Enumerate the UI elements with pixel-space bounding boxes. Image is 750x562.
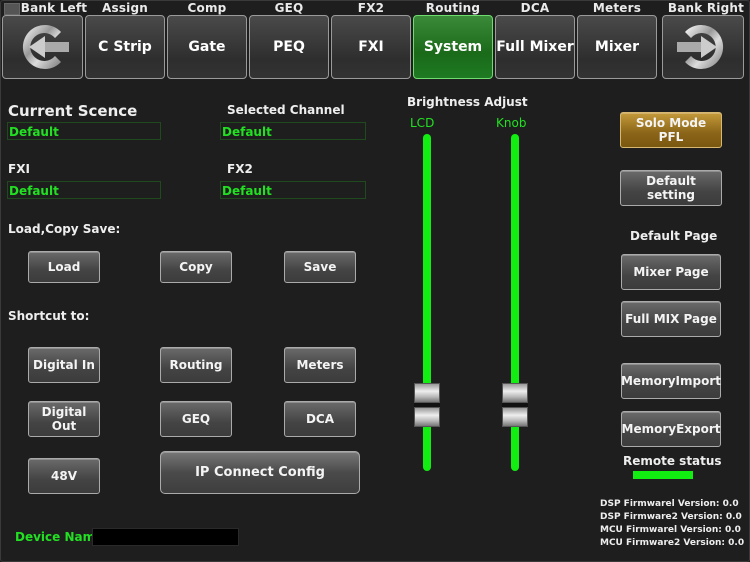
default-page-label: Default Page [630,229,718,243]
mcu-firmware2-version: MCU Firmware2 Version: 0.0 [600,538,745,548]
label-comp: Comp [187,1,227,15]
label-fx2: FX2 [357,1,385,15]
solo-mode-line1: Solo Mode [635,116,707,130]
remote-status-indicator [633,471,693,479]
bank-left-button[interactable] [2,15,83,79]
shortcut-routing-button[interactable]: Routing [160,347,232,383]
load-button[interactable]: Load [28,251,100,283]
label-geq: GEQ [274,1,304,15]
mcu-firmware1-version: MCU Firmwarel Version: 0.0 [600,525,741,535]
fx2-label: FX2 [227,162,253,176]
default-setting-button[interactable]: Default setting [620,170,722,206]
label-routing: Routing [425,1,481,15]
full-mix-page-button[interactable]: Full MIX Page [621,301,721,337]
selected-channel-label: Selected Channel [227,103,345,117]
selected-channel-value: Default [220,122,366,140]
tab-system[interactable]: System [413,15,493,79]
knob-slider-handle[interactable] [502,383,528,428]
dsp-firmware1-version: DSP Firmwarel Version: 0.0 [600,499,739,509]
tab-peq[interactable]: PEQ [249,15,329,79]
label-dca: DCA [520,1,550,15]
current-scene-label: Current Scence [8,102,138,120]
brightness-title: Brightness Adjust [407,95,528,109]
shortcut-geq-button[interactable]: GEQ [160,401,232,437]
fx2-value: Default [220,181,366,199]
bank-indicator [4,3,20,15]
arrow-left-icon [22,25,69,69]
ip-connect-config-button[interactable]: IP Connect Config [160,451,360,494]
shortcut-dca-button[interactable]: DCA [284,401,356,437]
current-scene-value: Default [7,122,161,140]
shortcut-meters-button[interactable]: Meters [284,347,356,383]
shortcut-label: Shortcut to: [8,309,90,323]
label-bank-left: Bank Left [20,1,88,15]
knob-label: Knob [496,116,527,130]
copy-button[interactable]: Copy [160,251,232,283]
tab-fx1[interactable]: FXI [331,15,411,79]
tab-full-mixer[interactable]: Full Mixer [495,15,575,79]
lcd-label: LCD [410,116,435,130]
device-name-input[interactable] [92,528,239,546]
label-meters: Meters [592,1,642,15]
mixer-page-button[interactable]: Mixer Page [621,254,721,290]
label-assign: Assign [101,1,149,15]
shortcut-digital-out-button[interactable]: Digital Out [28,401,100,437]
tab-c-strip[interactable]: C Strip [85,15,165,79]
solo-mode-line2: PFL [658,130,684,144]
memory-export-button[interactable]: MemoryExport [621,411,721,447]
solo-mode-button[interactable]: Solo Mode PFL [620,112,722,148]
arrow-right-icon [677,25,724,70]
fx1-value: Default [7,181,161,199]
tab-gate[interactable]: Gate [167,15,247,79]
save-button[interactable]: Save [284,251,356,283]
label-bank-right: Bank Right [667,1,745,15]
shortcut-digital-in-button[interactable]: Digital In [28,347,100,383]
tab-mixer[interactable]: Mixer [577,15,657,79]
dsp-firmware2-version: DSP Firmware2 Version: 0.0 [600,512,742,522]
memory-import-button[interactable]: MemoryImport [621,363,721,399]
lcd-slider-handle[interactable] [414,383,440,428]
load-copy-save-label: Load,Copy Save: [8,222,121,236]
shortcut-48v-button[interactable]: 48V [28,458,100,494]
remote-status-label: Remote status [623,454,722,468]
fx1-label: FXI [8,162,30,176]
bank-right-button[interactable] [662,15,744,79]
